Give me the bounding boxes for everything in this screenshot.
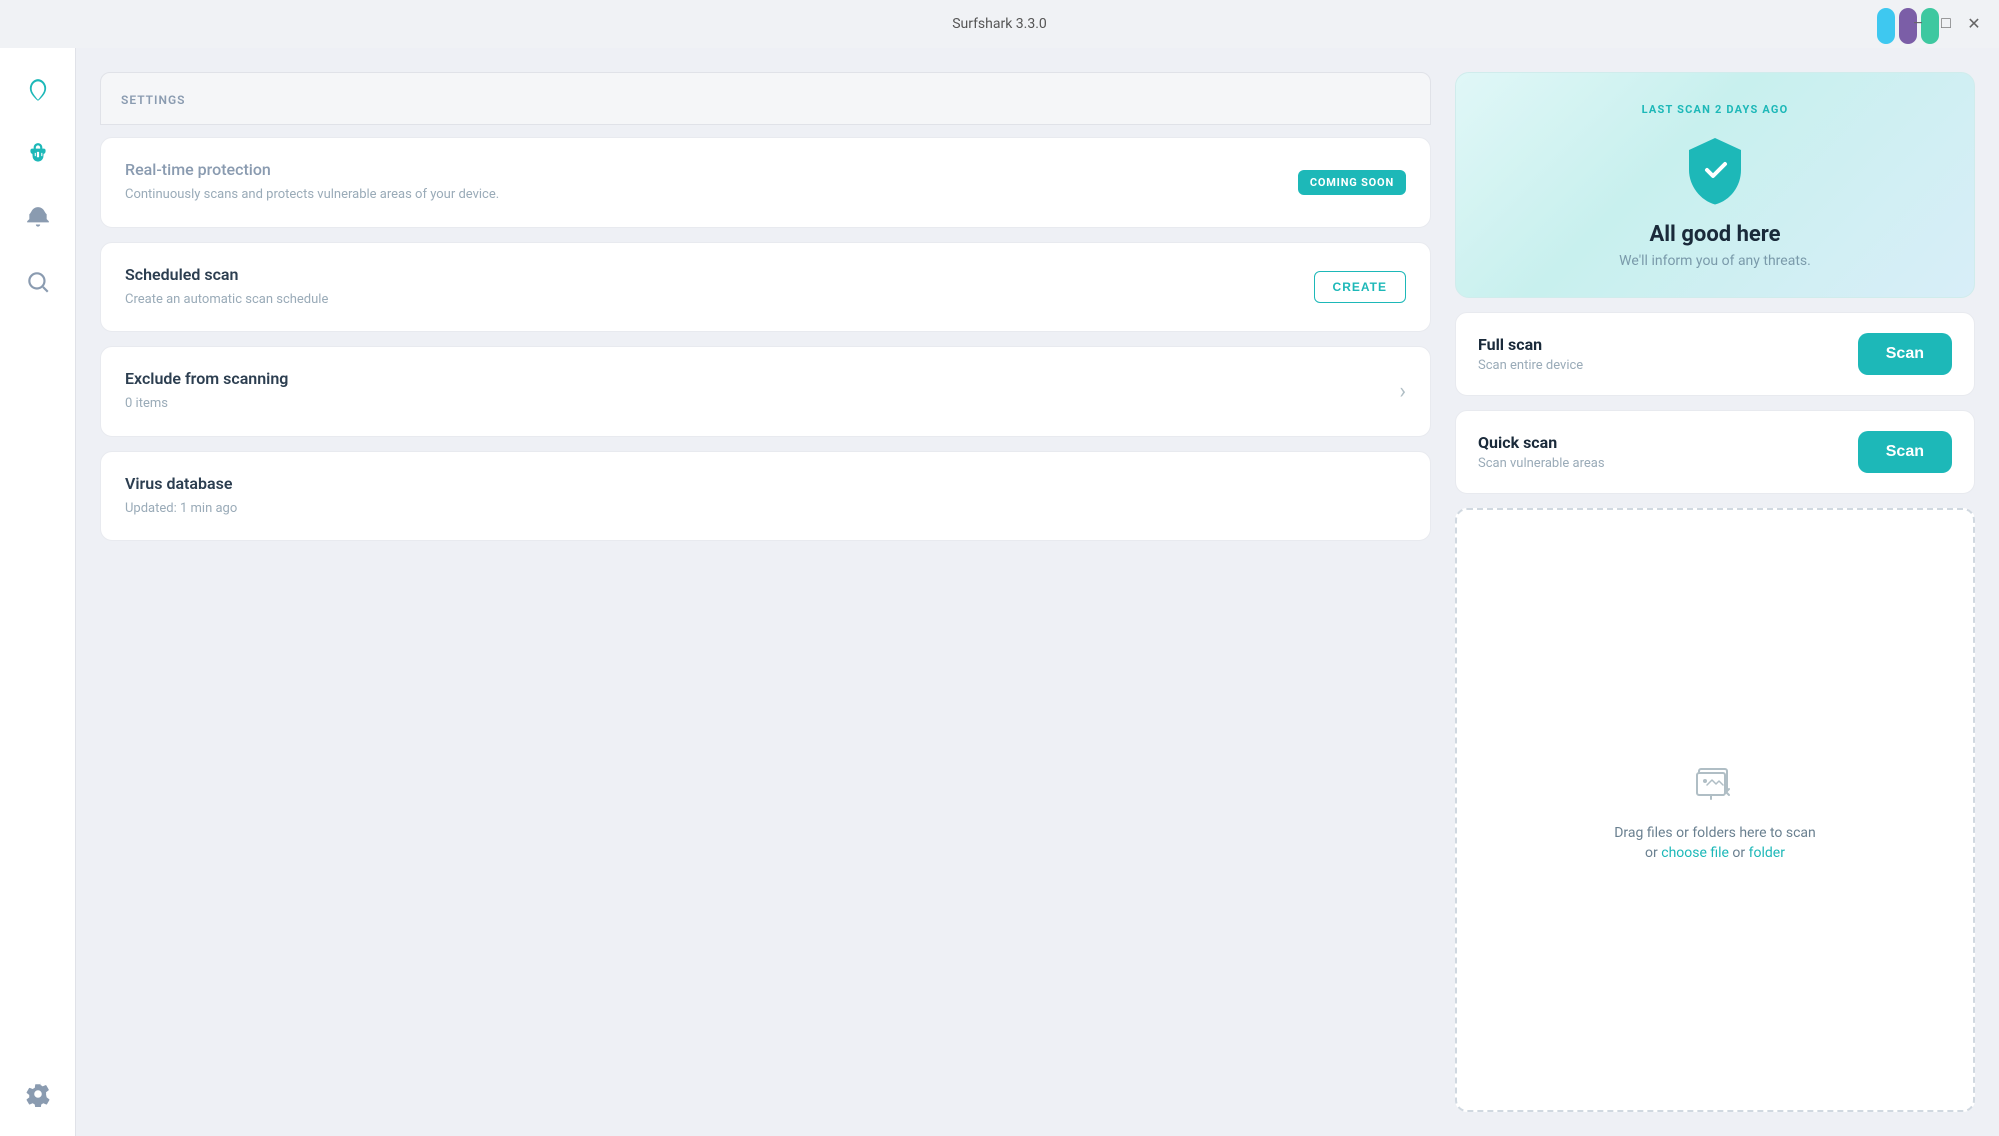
quick-scan-button[interactable]: Scan [1858,431,1952,473]
maximize-button[interactable]: □ [1937,15,1955,33]
scheduled-card-content: Scheduled scan Create an automatic scan … [125,265,328,310]
drag-drop-text: Drag files or folders here to scan [1614,825,1816,841]
scheduled-title: Scheduled scan [125,265,328,284]
realtime-desc: Continuously scans and protects vulnerab… [125,185,499,205]
virusdb-desc: Updated: 1 min ago [125,499,237,519]
logo-pill-blue [1877,8,1895,44]
realtime-title: Real-time protection [125,160,499,179]
quick-scan-info: Quick scan Scan vulnerable areas [1478,433,1605,471]
settings-header-text: SETTINGS [121,93,186,107]
quick-scan-title: Quick scan [1478,433,1605,452]
sidebar-item-home[interactable] [16,68,60,112]
sidebar-item-settings[interactable] [16,1072,60,1116]
coming-soon-badge: COMING SOON [1298,170,1406,195]
status-card: LAST SCAN 2 DAYS AGO All good here We'll… [1455,72,1975,298]
quick-scan-card: Quick scan Scan vulnerable areas Scan [1455,410,1975,494]
full-scan-desc: Scan entire device [1478,358,1583,373]
exclude-title: Exclude from scanning [125,369,288,388]
drag-drop-card[interactable]: Drag files or folders here to scan or ch… [1455,508,1975,1112]
full-scan-title: Full scan [1478,335,1583,354]
sidebar-item-antivirus[interactable] [16,132,60,176]
full-scan-card: Full scan Scan entire device Scan [1455,312,1975,396]
scheduled-scan-card: Scheduled scan Create an automatic scan … [100,242,1431,333]
status-subtitle: We'll inform you of any threats. [1619,253,1811,269]
title-bar: Surfshark 3.3.0 − □ ✕ [0,0,1999,48]
sidebar [0,48,76,1136]
scheduled-desc: Create an automatic scan schedule [125,290,328,310]
main-container: SETTINGS Real-time protection Continuous… [0,48,1999,1136]
full-scan-info: Full scan Scan entire device [1478,335,1583,373]
drag-drop-icon [1691,759,1739,811]
last-scan-text: LAST SCAN 2 DAYS AGO [1642,103,1789,116]
choose-file-link[interactable]: choose file [1661,845,1729,861]
full-scan-button[interactable]: Scan [1858,333,1952,375]
sidebar-item-search[interactable] [16,260,60,304]
settings-header: SETTINGS [100,72,1431,125]
folder-link[interactable]: folder [1749,845,1785,861]
close-button[interactable]: ✕ [1965,15,1983,33]
realtime-protection-card: Real-time protection Continuously scans … [100,137,1431,228]
realtime-card-content: Real-time protection Continuously scans … [125,160,499,205]
sidebar-item-alerts[interactable] [16,196,60,240]
minimize-button[interactable]: − [1909,15,1927,33]
window-controls: − □ ✕ [1909,15,1983,33]
left-panel: SETTINGS Real-time protection Continuous… [100,72,1431,1112]
quick-scan-desc: Scan vulnerable areas [1478,456,1605,471]
virus-database-card: Virus database Updated: 1 min ago [100,451,1431,542]
chevron-right-icon: › [1399,379,1406,404]
exclude-desc: 0 items [125,394,288,414]
content-area: SETTINGS Real-time protection Continuous… [76,48,1999,1136]
drag-drop-or: or [1645,845,1661,861]
create-button[interactable]: CREATE [1314,271,1406,303]
shield-icon [1679,134,1751,206]
virusdb-title: Virus database [125,474,237,493]
virusdb-card-content: Virus database Updated: 1 min ago [125,474,237,519]
exclude-card-content: Exclude from scanning 0 items [125,369,288,414]
right-panel: LAST SCAN 2 DAYS AGO All good here We'll… [1455,72,1975,1112]
exclude-scanning-card[interactable]: Exclude from scanning 0 items › [100,346,1431,437]
status-title: All good here [1649,222,1780,247]
drag-drop-links: or choose file or folder [1645,845,1785,861]
window-title: Surfshark 3.3.0 [952,16,1047,32]
